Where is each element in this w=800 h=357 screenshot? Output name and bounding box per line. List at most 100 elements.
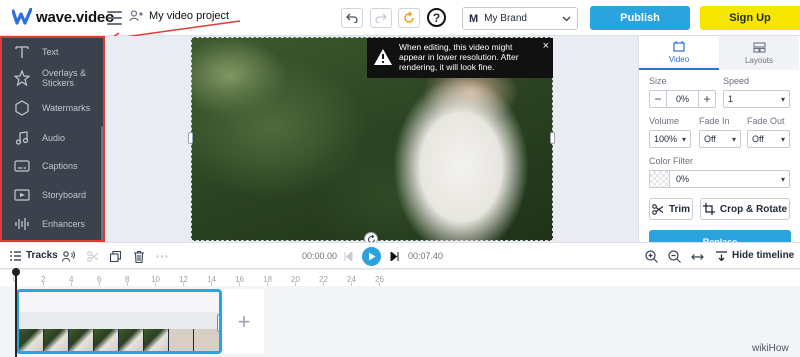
decrease-button[interactable]: − (650, 91, 667, 107)
duplicate-icon[interactable] (109, 250, 122, 263)
timeline-ruler[interactable]: 02468101214161820222426 (0, 270, 800, 286)
text-icon (2, 45, 42, 59)
chevron-down-icon: ▾ (780, 134, 785, 144)
sidebar-item-label: Storyboard (42, 190, 87, 200)
trim-label: Trim (668, 203, 691, 215)
scissors-icon (652, 203, 664, 215)
size-value: 0% (675, 94, 689, 104)
color-filter-select[interactable]: 0% ▾ (649, 170, 790, 188)
zoom-out-icon[interactable] (668, 250, 681, 263)
panel-tabs: Video Layouts (639, 36, 800, 70)
watermark-icon (2, 100, 42, 116)
sidebar-item-label: Watermarks (42, 103, 91, 113)
fade-out-label: Fade Out (747, 116, 785, 126)
publish-button[interactable]: Publish (590, 6, 690, 30)
clip-thumbnails (19, 329, 219, 351)
voiceover-icon[interactable] (62, 250, 75, 263)
size-stepper[interactable]: − 0% + (649, 90, 716, 108)
project-title[interactable]: My video project (129, 10, 229, 22)
trim-button[interactable]: Trim (649, 198, 693, 220)
playhead-knob[interactable] (12, 268, 20, 276)
crop-icon (702, 203, 715, 215)
sidebar-item-label: Captions (42, 161, 78, 171)
undo-icon (346, 13, 358, 23)
playhead[interactable] (15, 268, 17, 357)
tab-layouts[interactable]: Layouts (719, 36, 799, 70)
logo[interactable]: wave.video (12, 8, 114, 26)
tab-video[interactable]: Video (639, 36, 719, 70)
fade-in-select[interactable]: Off ▾ (699, 130, 741, 148)
trash-icon[interactable] (132, 250, 145, 263)
volume-select[interactable]: 100% ▾ (649, 130, 691, 148)
sidebar-item-captions[interactable]: Captions (2, 156, 98, 176)
storyboard-icon (2, 189, 42, 201)
restore-button[interactable] (398, 8, 420, 28)
current-time: 00:00.00 (302, 251, 338, 261)
project-name: My video project (149, 10, 230, 22)
tracks-button[interactable]: Tracks (10, 250, 58, 261)
speed-label: Speed (723, 76, 750, 86)
tab-label: Video (668, 54, 690, 64)
resize-handle-right[interactable] (550, 132, 555, 144)
tracks-label: Tracks (26, 250, 58, 261)
video-tab-icon (673, 40, 685, 52)
crop-label: Crop & Rotate (719, 203, 788, 215)
redo-button[interactable] (370, 8, 392, 28)
warning-text: When editing, this video might appear in… (399, 42, 519, 72)
skip-forward-icon[interactable] (388, 250, 401, 263)
properties-panel: Video Layouts Size Speed − 0% + 1 ▾ Volu… (638, 36, 800, 247)
undo-button[interactable] (341, 8, 363, 28)
filter-swatch (650, 171, 670, 187)
skip-back-icon[interactable] (342, 250, 355, 263)
waveform-icon (2, 217, 42, 231)
brand-select[interactable]: M My Brand (462, 7, 578, 30)
music-note-icon (2, 131, 42, 145)
warning-icon (374, 49, 392, 65)
tab-label: Layouts (744, 55, 774, 65)
sidebar-item-watermarks[interactable]: Watermarks (2, 98, 98, 118)
fade-in-label: Fade In (699, 116, 730, 126)
increase-button[interactable]: + (698, 91, 715, 107)
crop-rotate-button[interactable]: Crop & Rotate (700, 198, 790, 220)
canvas-area: When editing, this video might appear in… (105, 36, 638, 246)
total-time: 00:07.40 (408, 251, 444, 261)
resolution-warning: When editing, this video might appear in… (367, 38, 553, 78)
more-icon[interactable] (155, 250, 168, 263)
play-icon (368, 252, 375, 261)
speed-value: 1 (728, 94, 734, 104)
play-button[interactable] (362, 247, 381, 266)
split-icon[interactable] (86, 250, 99, 263)
help-button[interactable]: ? (427, 8, 446, 27)
star-icon (2, 70, 42, 86)
chevron-down-icon: ▾ (780, 94, 785, 104)
video-clip[interactable] (16, 289, 222, 354)
sidebar-item-label: Enhancers (42, 219, 86, 229)
sidebar-item-label: Overlays & Stickers (42, 68, 87, 88)
speed-select[interactable]: 1 ▾ (723, 90, 790, 108)
close-icon[interactable]: × (543, 40, 549, 52)
sidebar-item-enhancers[interactable]: Enhancers (2, 214, 98, 234)
sidebar-item-overlays[interactable]: Overlays & Stickers (2, 66, 98, 90)
size-label: Size (649, 76, 667, 86)
sidebar-item-audio[interactable]: Audio (2, 128, 98, 148)
sidebar: Text Overlays & Stickers Watermarks Audi… (0, 36, 105, 242)
volume-label: Volume (649, 116, 680, 126)
fit-width-icon[interactable] (691, 250, 704, 263)
fade-out-select[interactable]: Off ▾ (747, 130, 790, 148)
brand-initial: M (469, 12, 479, 25)
resize-handle-left[interactable] (188, 132, 193, 144)
layouts-icon (752, 41, 766, 53)
hide-timeline-button[interactable]: Hide timeline (716, 250, 794, 261)
menu-icon[interactable] (107, 11, 122, 25)
add-clip-button[interactable]: + (224, 289, 264, 354)
hide-timeline-label: Hide timeline (732, 250, 795, 261)
zoom-in-icon[interactable] (645, 250, 658, 263)
color-filter-value: 0% (676, 174, 690, 184)
watermark-text: wikiHow (752, 343, 789, 354)
sidebar-item-text[interactable]: Text (2, 42, 98, 62)
timeline-toolbar: Tracks 00:00.00 00:07.40 Hide timeline (0, 242, 800, 269)
clip-trim-handle[interactable] (217, 314, 219, 332)
sidebar-item-storyboard[interactable]: Storyboard (2, 185, 98, 205)
logo-text: wave.video (36, 8, 115, 26)
signup-button[interactable]: Sign Up (700, 6, 800, 30)
